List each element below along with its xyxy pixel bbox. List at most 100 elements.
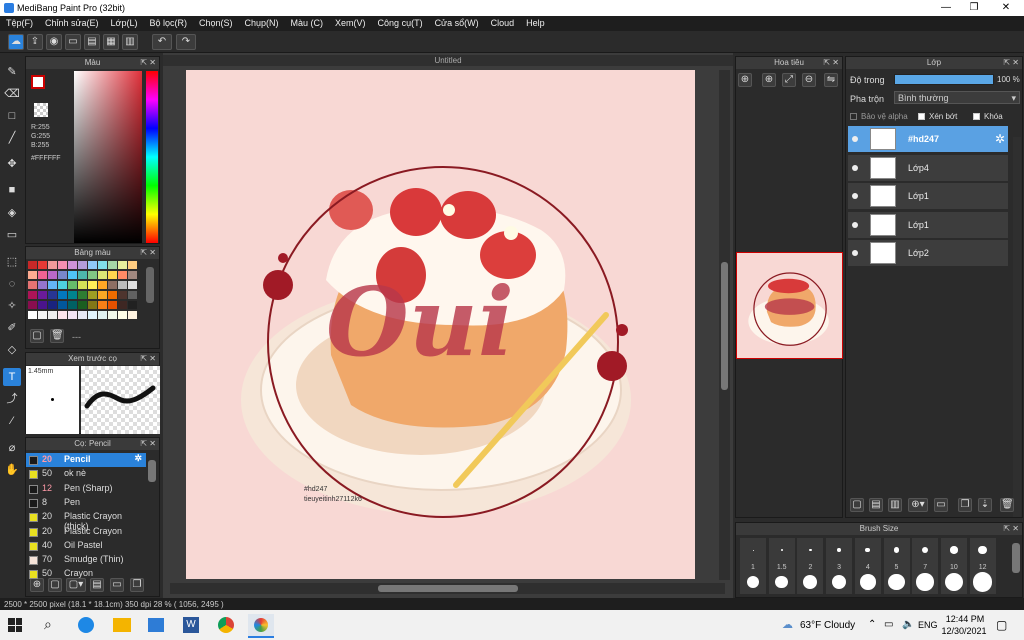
palette-swatch[interactable] (28, 261, 37, 269)
cloud-icon[interactable]: ☁ (8, 34, 24, 50)
checkbox-icon[interactable] (973, 113, 980, 120)
palette-swatch[interactable] (68, 301, 77, 309)
palette-swatch[interactable] (48, 281, 57, 289)
navigator-thumbnail[interactable] (736, 252, 843, 359)
palette-swatch[interactable] (78, 261, 87, 269)
close-icon[interactable]: ⇱ ✕ (140, 247, 156, 259)
horizontal-scroll-thumb[interactable] (378, 585, 518, 592)
brush-size-preset[interactable]: 2 (797, 538, 824, 594)
palette-swatch[interactable] (108, 311, 117, 319)
network-icon[interactable]: ▭ (884, 619, 893, 630)
brush-size-preset[interactable]: 5 (883, 538, 910, 594)
palette-swatch[interactable] (78, 301, 87, 309)
brush-list-scrollbar[interactable] (148, 460, 156, 482)
new-layer-icon[interactable]: ▢ (850, 498, 864, 512)
brush-item[interactable]: 70 Smudge (Thin) (26, 553, 146, 567)
palette-swatch[interactable] (108, 291, 117, 299)
visibility-icon[interactable] (852, 164, 858, 171)
saturation-value-picker[interactable] (74, 71, 142, 243)
close-button[interactable]: ✕ (990, 0, 1022, 16)
operation-tool-icon[interactable]: ⤴ (3, 390, 21, 408)
close-icon[interactable]: ⇱ ✕ (1003, 57, 1019, 69)
close-icon[interactable]: ⇱ ✕ (823, 57, 839, 69)
palette-swatch[interactable] (118, 281, 127, 289)
add-palette-icon[interactable]: ▢ (30, 329, 44, 343)
palette-swatch[interactable] (58, 291, 67, 299)
palette-scrollbar[interactable] (146, 267, 154, 303)
checkbox-icon[interactable] (850, 113, 857, 120)
palette-swatch[interactable] (28, 311, 37, 319)
palette-grid[interactable] (28, 261, 143, 325)
panel-icon[interactable]: ▥ (122, 34, 138, 50)
palette-swatch[interactable] (48, 301, 57, 309)
palette-swatch[interactable] (128, 291, 137, 299)
visibility-icon[interactable] (852, 193, 858, 199)
palette-swatch[interactable] (78, 271, 87, 279)
brush-item[interactable]: 40 Oil Pastel (26, 539, 146, 553)
close-icon[interactable]: ⇱ ✕ (140, 353, 156, 365)
palette-swatch[interactable] (98, 301, 107, 309)
move-tool-icon[interactable]: ✥ (3, 155, 21, 173)
medibang-taskbar-item[interactable] (248, 614, 274, 638)
eyedropper-tool-icon[interactable]: ⌀ (3, 439, 21, 457)
flip-icon[interactable]: ⇋ (824, 73, 838, 87)
menu-file[interactable]: Tệp(F) (0, 16, 39, 31)
palette-swatch[interactable] (88, 261, 97, 269)
palette-swatch[interactable] (28, 271, 37, 279)
brush-size-preset[interactable]: 7 (912, 538, 939, 594)
word-icon[interactable]: W (183, 617, 199, 633)
zoom-in-alt-icon[interactable]: ⊕ (762, 73, 776, 87)
palette-more[interactable]: --- (72, 332, 81, 342)
palette-swatch[interactable] (38, 311, 47, 319)
brush-item[interactable]: 20 Plastic Crayon (26, 525, 146, 539)
background-color-swatch[interactable] (34, 103, 48, 117)
palette-swatch[interactable] (38, 271, 47, 279)
palette-swatch[interactable] (88, 291, 97, 299)
palette-swatch[interactable] (118, 301, 127, 309)
menu-layer[interactable]: Lớp(L) (105, 16, 144, 31)
store-icon[interactable] (148, 618, 164, 632)
undo-button[interactable]: ↶ (152, 34, 172, 50)
clock-date[interactable]: 12/30/2021 (940, 626, 988, 636)
redo-button[interactable]: ↷ (176, 34, 196, 50)
weather-text[interactable]: 63°F Cloudy (800, 620, 855, 631)
menu-tools[interactable]: Công cụ(T) (372, 16, 429, 31)
fill-rect-tool-icon[interactable]: ■ (3, 181, 21, 199)
palette-swatch[interactable] (38, 291, 47, 299)
layer-row[interactable]: Lớp1 (848, 183, 1008, 210)
palette-swatch[interactable] (58, 281, 67, 289)
palette-swatch[interactable] (48, 291, 57, 299)
hand-tool-icon[interactable]: ✋ (3, 461, 21, 479)
text-tool-icon[interactable]: T (3, 368, 21, 386)
palette-swatch[interactable] (38, 281, 47, 289)
palette-swatch[interactable] (58, 261, 67, 269)
palette-swatch[interactable] (88, 301, 97, 309)
foreground-color-swatch[interactable] (31, 75, 45, 89)
gear-icon[interactable]: ✲ (134, 453, 142, 464)
palette-swatch[interactable] (68, 311, 77, 319)
layer-row[interactable]: Lớp1 (848, 211, 1008, 239)
palette-swatch[interactable] (28, 281, 37, 289)
clock-time[interactable]: 12:44 PM (945, 614, 985, 624)
duplicate-layer-icon[interactable]: ❐ (958, 498, 972, 512)
visibility-icon[interactable] (852, 221, 858, 228)
palette-swatch[interactable] (38, 301, 47, 309)
palette-swatch[interactable] (98, 311, 107, 319)
new-8bit-layer-icon[interactable]: ▥ (888, 498, 902, 512)
palette-swatch[interactable] (28, 291, 37, 299)
palette-swatch[interactable] (118, 271, 127, 279)
zoom-in-icon[interactable]: ⊕ (738, 73, 752, 87)
fit-icon[interactable]: ⤢ (782, 73, 796, 87)
close-icon[interactable]: ⇱ ✕ (1003, 523, 1019, 535)
palette-swatch[interactable] (98, 271, 107, 279)
gradient-tool-icon[interactable]: ▭ (3, 226, 21, 244)
chat-icon[interactable]: ▭ (65, 34, 81, 50)
close-icon[interactable]: ⇱ ✕ (140, 438, 156, 450)
brush-item[interactable]: 50 ok nè (26, 467, 146, 481)
canvas-tab[interactable]: Untitled (163, 55, 733, 66)
brush-item[interactable]: 20 Plastic Crayon (thick) (26, 510, 146, 531)
brush-item[interactable]: 8 Pen (26, 496, 146, 510)
palette-swatch[interactable] (28, 301, 37, 309)
brush-size-preset[interactable]: 4 (854, 538, 881, 594)
palette-swatch[interactable] (38, 261, 47, 269)
